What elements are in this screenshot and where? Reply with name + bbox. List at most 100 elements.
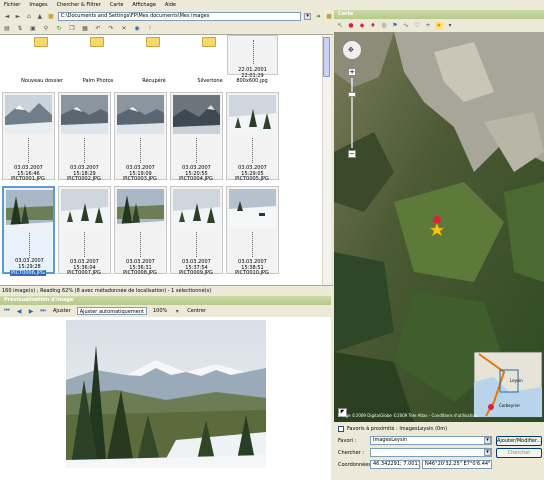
star-icon[interactable]: ★ (435, 21, 443, 30)
warning-icon[interactable]: ! (146, 25, 154, 33)
thumbnail-frame: 03.03.2007 15:29:28 (2, 186, 55, 274)
thumbnail-item[interactable]: 03.03.2007 15:29:28 PICT0006.JPG (2, 186, 58, 278)
next-icon[interactable]: ▶ (27, 307, 35, 315)
center-button[interactable]: Centrer (185, 307, 208, 315)
menu-help[interactable]: Aide (165, 2, 176, 10)
go-icon[interactable]: ➜ (314, 13, 322, 21)
fit-button[interactable]: Ajuster (51, 307, 73, 315)
rotate-left-icon[interactable]: ↶ (94, 25, 102, 33)
plus-icon[interactable]: + (424, 22, 432, 30)
previous-icon[interactable]: ◀ (15, 307, 23, 315)
thumbnail-image (6, 190, 53, 229)
thumbnail-image (173, 95, 220, 134)
folder-item[interactable]: Palm Photos (70, 35, 126, 85)
route-icon[interactable]: ∿ (402, 22, 410, 30)
filter-icon[interactable]: ⚲ (42, 25, 50, 33)
browser-scrollbar-thumb[interactable] (323, 37, 330, 77)
favoris-select[interactable]: ImagesLeysin (370, 436, 492, 445)
zoom-in-button[interactable]: + (348, 68, 356, 76)
paste-icon[interactable]: ▦ (81, 25, 89, 33)
address-dropdown-icon[interactable]: ▾ (304, 13, 312, 20)
rotate-right-icon[interactable]: ↷ (107, 25, 115, 33)
coords-dms-field[interactable]: N46°20'32.25" E7°0'6.44" (422, 460, 492, 469)
sort-icon[interactable]: ⇅ (16, 25, 24, 33)
add-modify-button[interactable]: Ajouter/Modifier... (496, 436, 542, 446)
zoom-slider-thumb[interactable] (348, 92, 356, 97)
copy-icon[interactable]: ❐ (68, 25, 76, 33)
folder-icon[interactable]: ■ (47, 13, 55, 21)
thumbnail-item[interactable]: 03.03.2007 15:38:51 PICT0010.JPG (226, 186, 282, 278)
thumbnail-item[interactable]: 03.03.2007 15:29:05 PICT0005.JPG (226, 92, 282, 184)
image-toolbar: ▤ ⇅ ▣ ⚲ ↻ ❐ ▦ ↶ ↷ ✕ ◉ ! (0, 23, 333, 35)
thumbnail-filename: PICT0008.JPG (123, 270, 157, 276)
heart-icon[interactable]: ♡ (413, 22, 421, 30)
menu-file[interactable]: Fichier (4, 2, 20, 10)
satellite-map[interactable]: ✥ + − ◤ Leysin Corbeyrier (334, 32, 544, 422)
print-icon[interactable]: ▣ (29, 25, 37, 33)
cursor-icon[interactable]: ↖ (336, 22, 344, 30)
thumbnail-item[interactable]: 03.03.2007 15:18:29 PICT0002.JPG (58, 92, 114, 184)
first-icon[interactable]: ⏮ (3, 307, 11, 315)
menu-search-filter[interactable]: Chercher & Filtrer (57, 2, 101, 10)
home-icon[interactable]: ⌂ (25, 13, 33, 21)
thumbnail-item[interactable]: 03.03.2007 15:36:31 PICT0008.JPG (114, 186, 170, 278)
chevron-down-icon[interactable]: ▾ (484, 449, 491, 456)
folder-item[interactable]: Nouveau dossier (14, 35, 70, 85)
favoris-label: Favori : (338, 438, 357, 444)
delete-icon[interactable]: ✕ (120, 25, 128, 33)
thumbnail-image (117, 189, 164, 228)
thumbnail-frame: 03.03.2007 15:18:29 (58, 92, 111, 180)
map-copyright: Image ©2009 DigitalGlobe ©2009 Tele Atla… (338, 413, 478, 418)
globe-icon[interactable]: ◉ (133, 25, 141, 33)
add-marker-icon[interactable]: ● (347, 22, 355, 30)
minimap-label: Leysin (510, 378, 523, 383)
pan-arrows-icon: ✥ (348, 46, 354, 54)
folder-options-icon[interactable]: ■ (325, 13, 333, 21)
folder-item[interactable]: Récupéré (126, 35, 182, 85)
zoom-slider-track[interactable] (351, 78, 353, 148)
nearby-checkbox[interactable] (338, 425, 344, 432)
thumbnail-item[interactable]: 03.03.2007 15:16:46 PICT0001.JPG (2, 92, 58, 184)
back-icon[interactable]: ◄ (3, 13, 11, 21)
preview-panel-title: Prévisualisation d'image (0, 296, 331, 305)
chevron-down-icon[interactable]: ▾ (173, 307, 181, 315)
auto-fit-button[interactable]: Ajuster automatiquement (76, 307, 147, 315)
chevron-down-icon[interactable]: ▾ (484, 437, 491, 444)
search-input[interactable] (370, 448, 492, 457)
up-folder-icon[interactable]: ▲ (36, 13, 44, 21)
thumbnail-frame: 03.03.2007 15:19:09 (114, 92, 167, 180)
forward-icon[interactable]: ► (14, 13, 22, 21)
view-icon[interactable]: ▤ (3, 25, 11, 33)
menu-map[interactable]: Carte (110, 2, 124, 10)
address-field[interactable]: C:\Documents and Settings\FP\Mes documen… (57, 12, 302, 21)
thumbnail-item[interactable]: 03.03.2007 15:19:09 PICT0003.JPG (114, 92, 170, 184)
thumbnail-item[interactable]: 03.03.2007 15:36:04 PICT0007.JPG (58, 186, 114, 278)
preview-toolbar: ⏮ ◀ ▶ ⏭ Ajuster Ajuster automatiquement … (0, 305, 331, 317)
last-icon[interactable]: ⏭ (39, 307, 47, 315)
placeholder-dots (84, 138, 86, 163)
thumbnail-filename: PICT0003.JPG (123, 176, 157, 182)
chevron-down-icon[interactable]: ▾ (446, 22, 454, 30)
menu-images[interactable]: Images (29, 2, 47, 10)
thumbnail-item[interactable]: 03.03.2007 15:37:54 PICT0009.JPG (170, 186, 226, 278)
placeholder-dots (196, 138, 198, 163)
search-label: Chercher : (338, 450, 365, 456)
target-icon[interactable]: ◎ (380, 22, 388, 30)
refresh-icon[interactable]: ↻ (55, 25, 63, 33)
pin-icon[interactable]: ♦ (369, 22, 377, 30)
image-browser: Nouveau dossier Palm Photos Récupéré Sil… (0, 35, 331, 285)
menu-view[interactable]: Affichage (132, 2, 156, 10)
thumbnail-item[interactable]: 03.03.2007 15:20:55 PICT0004.JPG (170, 92, 226, 184)
zoom-select[interactable]: 100% (151, 307, 169, 315)
thumbnail-image (229, 95, 276, 134)
thumbnail-image (61, 95, 108, 134)
search-button[interactable]: Chercher (496, 448, 542, 458)
zoom-out-button[interactable]: − (348, 150, 356, 158)
coords-field[interactable]: 46.342291; 7.001789 (370, 460, 420, 469)
flag-icon[interactable]: ⚑ (391, 22, 399, 30)
file-item[interactable]: 22.01.2001 22:01:29 800x600.jpg (224, 35, 280, 85)
placeholder-dots (84, 232, 86, 257)
move-marker-icon[interactable]: ◆ (358, 22, 366, 30)
preview-image (66, 320, 266, 468)
thumbnail-frame: 03.03.2007 15:29:05 (226, 92, 279, 180)
